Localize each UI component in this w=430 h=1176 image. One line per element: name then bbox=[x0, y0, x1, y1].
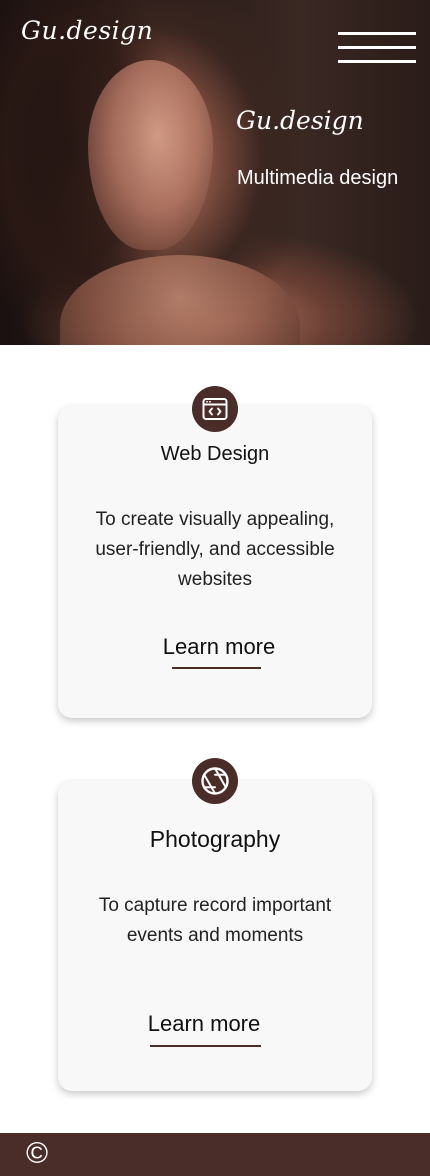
service-card-web-design: Web Design To create visually appealing,… bbox=[58, 406, 372, 718]
learn-more-link[interactable]: Learn more bbox=[142, 1011, 266, 1037]
menu-bar bbox=[338, 32, 416, 35]
service-card-photography: Photography To capture record important … bbox=[58, 781, 372, 1091]
menu-bar bbox=[338, 46, 416, 49]
card-title: Photography bbox=[149, 826, 281, 852]
site-logo[interactable]: Gu.design bbox=[21, 16, 153, 46]
learn-more-link[interactable]: Learn more bbox=[158, 634, 280, 660]
hero-subtitle: Multimedia design bbox=[237, 167, 399, 189]
card-title: Web Design bbox=[160, 443, 270, 465]
footer-bar: © bbox=[0, 1133, 430, 1176]
copyright-icon: © bbox=[25, 1137, 49, 1170]
hero-title: Gu.design bbox=[236, 106, 364, 135]
hamburger-menu-icon[interactable] bbox=[338, 30, 416, 64]
hero-photo-face bbox=[88, 60, 213, 250]
card-description: To create visually appealing, user-frien… bbox=[95, 509, 335, 590]
card-description: To capture record important events and m… bbox=[98, 895, 332, 946]
hero-banner: Gu.design Gu.design Multimedia design bbox=[0, 0, 430, 345]
link-underline bbox=[172, 667, 261, 669]
camera-aperture-icon bbox=[192, 758, 238, 804]
browser-code-icon bbox=[192, 386, 238, 432]
link-underline bbox=[150, 1045, 261, 1047]
menu-bar bbox=[338, 60, 416, 63]
page: Gu.design Gu.design Multimedia design We… bbox=[0, 0, 430, 1176]
